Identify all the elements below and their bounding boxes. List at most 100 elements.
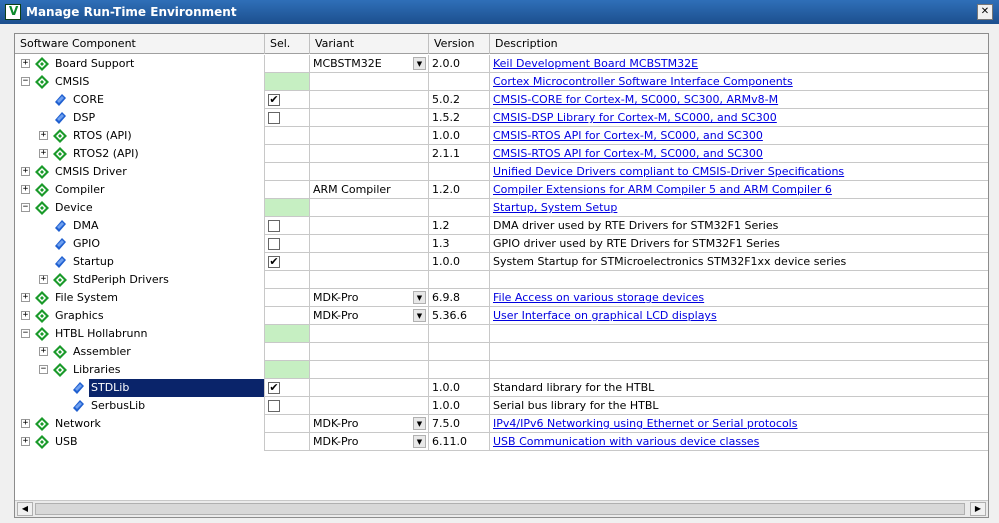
checkbox-checked[interactable]: ✔ [268, 256, 280, 268]
description-cell[interactable]: CMSIS-RTOS API for Cortex-M, SC000, and … [490, 127, 988, 145]
checkbox-unchecked[interactable] [268, 400, 280, 412]
collapse-icon[interactable]: − [39, 365, 48, 374]
variant-cell[interactable]: MDK-Pro ▼ [310, 307, 429, 325]
table-row[interactable]: + Assembler [15, 343, 988, 361]
description-link[interactable]: CMSIS-RTOS API for Cortex-M, SC000, and … [493, 129, 763, 142]
description-cell[interactable]: Keil Development Board MCBSTM32E [490, 55, 988, 73]
table-row[interactable]: CORE ✔ 5.0.2 CMSIS-CORE for Cortex-M, SC000… [15, 91, 988, 109]
description-cell[interactable]: Startup, System Setup [490, 199, 988, 217]
sel-cell[interactable]: ✔ [265, 379, 310, 397]
component-name[interactable]: GPIO [71, 235, 102, 253]
chevron-down-icon[interactable]: ▼ [413, 309, 426, 322]
component-name[interactable]: CORE [71, 91, 106, 109]
table-row[interactable]: + USB MDK-Pro ▼ 6.11.0 USB Communication with… [15, 433, 988, 451]
chevron-down-icon[interactable]: ▼ [413, 435, 426, 448]
collapse-icon[interactable]: − [21, 77, 30, 86]
table-row[interactable]: + StdPeriph Drivers [15, 271, 988, 289]
description-cell[interactable]: User Interface on graphical LCD displays [490, 307, 988, 325]
expand-icon[interactable]: + [39, 149, 48, 158]
close-button[interactable]: ✕ [977, 4, 993, 20]
table-row[interactable]: + Network MDK-Pro ▼ 7.5.0 IPv4/IPv6 Networkin… [15, 415, 988, 433]
component-name[interactable]: Device [53, 199, 95, 217]
sel-cell[interactable] [265, 109, 310, 127]
column-header-description[interactable]: Description [490, 34, 988, 54]
scroll-thumb[interactable] [35, 503, 965, 515]
expand-icon[interactable]: + [21, 437, 30, 446]
checkbox-unchecked[interactable] [268, 112, 280, 124]
description-link[interactable]: File Access on various storage devices [493, 291, 704, 304]
variant-cell[interactable]: MCBSTM32E ▼ [310, 55, 429, 73]
component-name[interactable]: STDLib [89, 379, 264, 397]
scroll-right-arrow-icon[interactable]: ▶ [970, 502, 986, 516]
table-row[interactable]: − Libraries [15, 361, 988, 379]
checkbox-checked[interactable]: ✔ [268, 94, 280, 106]
component-name[interactable]: DSP [71, 109, 97, 127]
description-link[interactable]: CMSIS-RTOS API for Cortex-M, SC000, and … [493, 147, 763, 160]
chevron-down-icon[interactable]: ▼ [413, 291, 426, 304]
expand-icon[interactable]: + [21, 293, 30, 302]
table-row[interactable]: + File System MDK-Pro ▼ 6.9.8 File Access on … [15, 289, 988, 307]
table-row[interactable]: Startup ✔ 1.0.0 System Startup for STMicroe… [15, 253, 988, 271]
component-name[interactable]: Board Support [53, 55, 136, 73]
expand-icon[interactable]: + [21, 185, 30, 194]
table-row[interactable]: + RTOS2 (API) 2.1.1 CMSIS-RTOS API for Cort… [15, 145, 988, 163]
checkbox-checked[interactable]: ✔ [268, 382, 280, 394]
description-link[interactable]: Cortex Microcontroller Software Interfac… [493, 75, 793, 88]
description-cell[interactable]: CMSIS-CORE for Cortex-M, SC000, SC300, A… [490, 91, 988, 109]
component-name[interactable]: RTOS (API) [71, 127, 134, 145]
component-name[interactable]: StdPeriph Drivers [71, 271, 171, 289]
sel-cell[interactable] [265, 235, 310, 253]
table-row[interactable]: GPIO 1.3 GPIO driver used by RTE Drivers f… [15, 235, 988, 253]
description-link[interactable]: Startup, System Setup [493, 201, 617, 214]
sel-cell[interactable] [265, 397, 310, 415]
description-cell[interactable]: Cortex Microcontroller Software Interfac… [490, 73, 988, 91]
component-name[interactable]: DMA [71, 217, 101, 235]
column-header-component[interactable]: Software Component [15, 34, 265, 54]
chevron-down-icon[interactable]: ▼ [413, 57, 426, 70]
expand-icon[interactable]: + [21, 311, 30, 320]
component-name[interactable]: Startup [71, 253, 116, 271]
component-name[interactable]: SerbusLib [89, 397, 147, 415]
description-link[interactable]: IPv4/IPv6 Networking using Ethernet or S… [493, 417, 797, 430]
component-name[interactable]: Network [53, 415, 103, 433]
table-row[interactable]: DMA 1.2 DMA driver used by RTE Drivers for… [15, 217, 988, 235]
sel-cell[interactable]: ✔ [265, 91, 310, 109]
table-row[interactable]: + Board Support MCBSTM32E ▼ 2.0.0 Keil Develo… [15, 55, 988, 73]
description-cell[interactable]: CMSIS-DSP Library for Cortex-M, SC000, a… [490, 109, 988, 127]
table-row[interactable]: + Graphics MDK-Pro ▼ 5.36.6 User Interface on… [15, 307, 988, 325]
column-header-variant[interactable]: Variant [310, 34, 429, 54]
table-row[interactable]: SerbusLib 1.0.0 Serial bus library for the… [15, 397, 988, 415]
description-link[interactable]: Keil Development Board MCBSTM32E [493, 57, 698, 70]
table-row[interactable]: + CMSIS Driver Unified Device Drivers comp… [15, 163, 988, 181]
component-name[interactable]: CMSIS [53, 73, 91, 91]
table-row[interactable]: − CMSIS Cortex Microcontroller Software In… [15, 73, 988, 91]
table-row[interactable]: − HTBL Hollabrunn [15, 325, 988, 343]
table-row[interactable]: DSP 1.5.2 CMSIS-DSP Library for Cortex-M, … [15, 109, 988, 127]
table-row[interactable]: STDLib ✔ 1.0.0 Standard library for the HTB… [15, 379, 988, 397]
expand-icon[interactable]: + [21, 419, 30, 428]
table-row[interactable]: + RTOS (API) 1.0.0 CMSIS-RTOS API for Corte… [15, 127, 988, 145]
description-link[interactable]: User Interface on graphical LCD displays [493, 309, 717, 322]
table-row[interactable]: + Compiler ARM Compiler 1.2.0 Compiler Exten… [15, 181, 988, 199]
component-name[interactable]: File System [53, 289, 120, 307]
description-cell[interactable]: CMSIS-RTOS API for Cortex-M, SC000, and … [490, 145, 988, 163]
column-header-sel[interactable]: Sel. [265, 34, 310, 54]
variant-cell[interactable]: MDK-Pro ▼ [310, 415, 429, 433]
expand-icon[interactable]: + [39, 275, 48, 284]
description-cell[interactable]: IPv4/IPv6 Networking using Ethernet or S… [490, 415, 988, 433]
description-link[interactable]: Unified Device Drivers compliant to CMSI… [493, 165, 844, 178]
collapse-icon[interactable]: − [21, 329, 30, 338]
component-name[interactable]: Libraries [71, 361, 123, 379]
expand-icon[interactable]: + [21, 59, 30, 68]
table-row[interactable]: − Device Startup, System Setup [15, 199, 988, 217]
component-name[interactable]: HTBL Hollabrunn [53, 325, 149, 343]
component-name[interactable]: Assembler [71, 343, 133, 361]
checkbox-unchecked[interactable] [268, 238, 280, 250]
description-link[interactable]: USB Communication with various device cl… [493, 435, 759, 448]
collapse-icon[interactable]: − [21, 203, 30, 212]
expand-icon[interactable]: + [21, 167, 30, 176]
variant-cell[interactable]: MDK-Pro ▼ [310, 433, 429, 451]
description-cell[interactable]: Unified Device Drivers compliant to CMSI… [490, 163, 988, 181]
description-cell[interactable]: USB Communication with various device cl… [490, 433, 988, 451]
description-cell[interactable]: File Access on various storage devices [490, 289, 988, 307]
